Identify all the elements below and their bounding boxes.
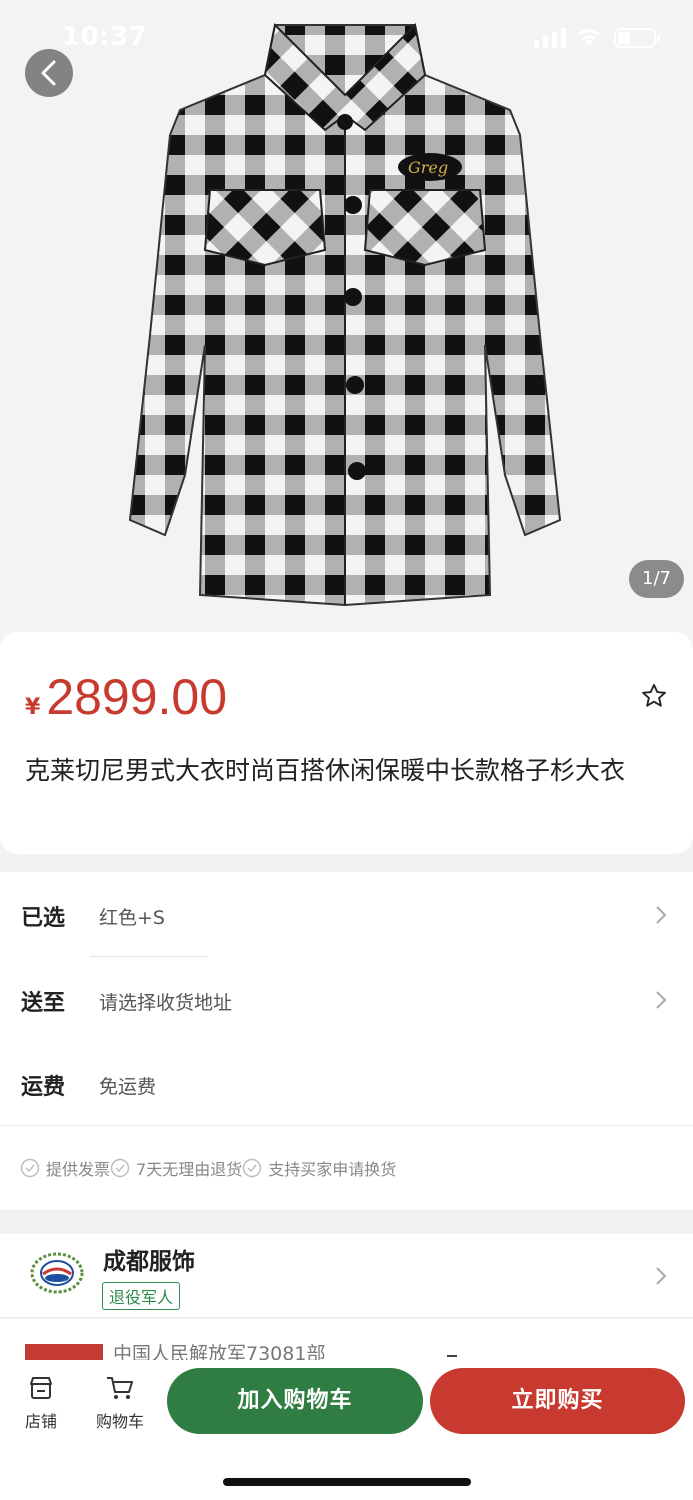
battery-icon	[614, 28, 660, 48]
spec-row-ship-to[interactable]: 送至 请选择收货地址	[0, 957, 693, 1041]
spec-label-ship-to: 送至	[21, 991, 66, 1016]
chevron-left-icon	[41, 60, 56, 86]
home-indicator	[223, 1478, 471, 1486]
currency-symbol: ¥	[25, 695, 41, 720]
add-to-cart-button[interactable]: 加入购物车	[167, 1368, 423, 1434]
star-icon[interactable]	[640, 682, 668, 710]
cart-label: 购物车	[95, 1412, 144, 1431]
guarantee-label: 提供发票	[46, 1160, 111, 1179]
price: ¥ 2899.00	[25, 668, 227, 726]
signal-icon	[534, 28, 566, 48]
divider	[0, 1125, 693, 1126]
cart-button[interactable]: 购物车	[95, 1374, 145, 1432]
guarantee-list: 提供发票 7天无理由退货 支持买家申请换货	[20, 1156, 396, 1180]
status-time: 10:37	[62, 22, 148, 52]
product-title: 克莱切尼男式大衣时尚百搭休闲保暖中长款格子杉大衣	[25, 756, 626, 785]
spec-value-freight: 免运费	[99, 1076, 157, 1098]
store-button[interactable]: 店铺	[16, 1374, 66, 1432]
spec-label-freight: 运费	[21, 1075, 66, 1100]
spec-row-selected[interactable]: 已选 红色+S	[0, 872, 693, 956]
guarantee-label: 支持买家申请换货	[268, 1160, 397, 1179]
chevron-right-icon	[656, 1267, 667, 1285]
shop-name: 成都服饰	[103, 1249, 195, 1275]
chevron-right-icon	[656, 991, 667, 1009]
product-gallery[interactable]: Greg 10:37 1/7	[0, 0, 693, 650]
guarantee-item: 支持买家申请换货	[242, 1156, 396, 1180]
store-icon	[30, 1377, 52, 1399]
spec-card: 已选 红色+S 送至 请选择收货地址 运费 免运费 提供发票 7天无理由退货 支…	[0, 872, 693, 1210]
product-image: Greg	[128, 22, 562, 607]
spec-row-freight: 运费 免运费	[0, 1041, 693, 1125]
image-counter: 1/7	[629, 560, 684, 598]
wifi-icon	[577, 29, 601, 46]
svg-text:Greg: Greg	[408, 158, 448, 177]
back-button[interactable]	[25, 49, 73, 97]
check-circle-icon	[20, 1158, 40, 1178]
dash	[447, 1355, 457, 1357]
spec-value-ship-to: 请选择收货地址	[99, 992, 233, 1014]
guarantee-label: 7天无理由退货	[136, 1160, 243, 1179]
shop-card[interactable]: 成都服饰 退役军人	[0, 1234, 693, 1318]
bottom-action-bar: 店铺 购物车 加入购物车 立即购买	[0, 1360, 693, 1500]
buy-now-button[interactable]: 立即购买	[430, 1368, 685, 1434]
spec-label-selected: 已选	[21, 906, 66, 931]
guarantee-item: 7天无理由退货	[110, 1156, 242, 1180]
shop-logo	[30, 1252, 84, 1294]
check-circle-icon	[243, 1158, 262, 1178]
spec-value-selected: 红色+S	[99, 907, 165, 929]
chevron-right-icon	[656, 906, 667, 924]
store-label: 店铺	[24, 1412, 57, 1431]
guarantee-item: 提供发票	[20, 1156, 110, 1180]
shop-badge: 退役军人	[102, 1282, 181, 1310]
price-card: ¥ 2899.00 克莱切尼男式大衣时尚百搭休闲保暖中长款格子杉大衣	[0, 632, 693, 854]
price-amount: 2899.00	[46, 669, 228, 725]
cart-icon	[107, 1377, 133, 1399]
status-bar: 10:37	[0, 0, 693, 76]
check-circle-icon	[110, 1158, 130, 1178]
